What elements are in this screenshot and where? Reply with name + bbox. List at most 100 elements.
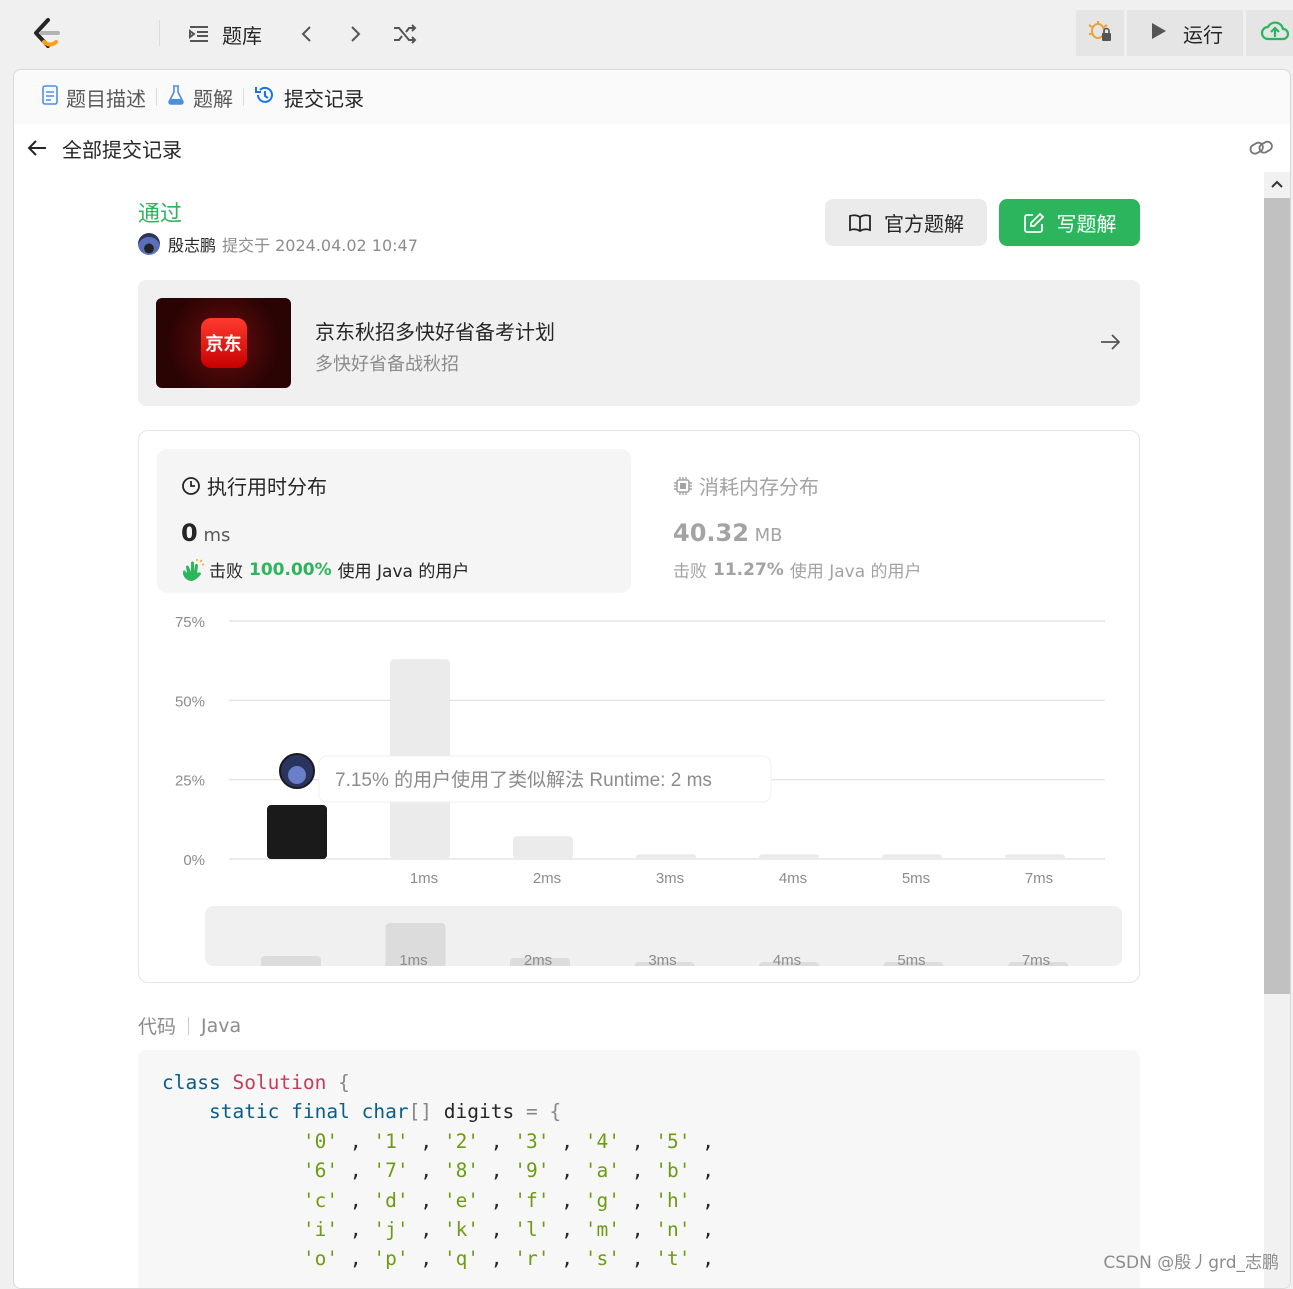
list-indent-icon bbox=[184, 19, 214, 49]
x-tick-label: 3ms bbox=[656, 870, 684, 887]
code-token: class bbox=[162, 1071, 221, 1094]
code-token: '0' bbox=[303, 1130, 338, 1153]
chart-bar bbox=[1005, 854, 1065, 859]
problem-bank-button[interactable]: 题库 bbox=[184, 18, 262, 50]
y-tick-label: 25% bbox=[175, 773, 205, 790]
runtime-chart[interactable]: 0%25%50%75%1ms2ms3ms4ms5ms7ms7.15% 的用户使用… bbox=[139, 601, 1139, 901]
clap-icon bbox=[181, 559, 205, 581]
code-token: 'l' bbox=[514, 1218, 549, 1241]
code-token: 's' bbox=[585, 1247, 620, 1270]
code-token: '1' bbox=[373, 1130, 408, 1153]
code-label-separator bbox=[188, 1017, 189, 1035]
memory-beat-row: 击败 11.27% 使用 Java 的用户 bbox=[673, 557, 922, 582]
run-toolbar: 运行 bbox=[1076, 10, 1293, 56]
all-submissions-label[interactable]: 全部提交记录 bbox=[62, 134, 182, 163]
debug-button[interactable] bbox=[1076, 10, 1124, 56]
submit-button[interactable] bbox=[1246, 10, 1293, 56]
code-token: 'n' bbox=[655, 1218, 690, 1241]
submission-subheader: 全部提交记录 bbox=[14, 124, 1290, 172]
memory-card[interactable]: 消耗内存分布 40.32 MB 击败 11.27% 使用 Java 的用户 bbox=[673, 449, 1113, 593]
code-token: 'm' bbox=[585, 1218, 620, 1241]
memory-beat-prefix: 击败 bbox=[673, 557, 707, 582]
banner-title: 京东秋招多快好省备考计划 bbox=[315, 316, 555, 345]
y-tick-label: 50% bbox=[175, 693, 205, 710]
mini-x-label: 4ms bbox=[773, 952, 801, 966]
code-token: 'r' bbox=[514, 1247, 549, 1270]
runtime-card[interactable]: 执行用时分布 0 ms 击败 100.00% 使用 Java 的用户 bbox=[157, 449, 631, 593]
chevron-left-icon bbox=[292, 19, 322, 49]
code-token: 'h' bbox=[655, 1189, 690, 1212]
tab-description[interactable]: 题目描述 bbox=[32, 83, 156, 112]
code-token: static final char bbox=[209, 1100, 409, 1123]
x-tick-label: 7ms bbox=[1025, 870, 1053, 887]
chart-tooltip-text: 7.15% 的用户使用了类似解法 Runtime: 2 ms bbox=[335, 769, 712, 791]
tab-submissions[interactable]: 提交记录 bbox=[244, 83, 374, 112]
panel-tabs: 题目描述 题解 提交记录 bbox=[14, 70, 1290, 124]
official-solution-button[interactable]: 官方题解 bbox=[825, 199, 987, 246]
leetcode-logo-icon[interactable] bbox=[28, 14, 66, 52]
flask-icon bbox=[167, 85, 185, 110]
code-token: 'b' bbox=[655, 1159, 690, 1182]
code-token: = { bbox=[526, 1100, 561, 1123]
chart-bar bbox=[267, 805, 327, 859]
code-token: 'q' bbox=[444, 1247, 479, 1270]
prev-problem-button[interactable] bbox=[292, 18, 322, 50]
chart-range-slider[interactable]: 1ms2ms3ms4ms5ms7ms bbox=[205, 906, 1122, 966]
mini-x-label: 5ms bbox=[897, 952, 925, 966]
x-tick-label: 2ms bbox=[533, 870, 561, 887]
debug-lock-icon bbox=[1087, 18, 1113, 48]
promo-banner[interactable]: 京东 京东秋招多快好省备考计划 多快好省备战秋招 bbox=[138, 280, 1140, 406]
runtime-beat-percent: 100.00% bbox=[249, 560, 332, 580]
code-label: 代码 bbox=[138, 1012, 176, 1039]
problem-bank-label: 题库 bbox=[222, 20, 262, 49]
arrow-right-icon bbox=[1098, 330, 1122, 354]
mini-x-label: 1ms bbox=[399, 952, 427, 966]
code-language: Java bbox=[201, 1015, 241, 1037]
link-icon[interactable] bbox=[1248, 136, 1274, 165]
avatar[interactable] bbox=[138, 233, 160, 255]
mini-x-label: 2ms bbox=[524, 952, 552, 966]
tab-solutions-label: 题解 bbox=[193, 83, 233, 112]
code-block[interactable]: class Solution { static final char[] dig… bbox=[138, 1050, 1140, 1289]
mini-x-label: 7ms bbox=[1022, 952, 1050, 966]
code-token: 'a' bbox=[585, 1159, 620, 1182]
submission-panel: 题目描述 题解 提交记录 全部提交记录 通过 bbox=[13, 69, 1291, 1289]
chart-bar bbox=[513, 836, 573, 859]
scrollbar-thumb[interactable] bbox=[1264, 198, 1290, 994]
code-header: 代码 Java bbox=[138, 1012, 241, 1039]
write-solution-button[interactable]: 写题解 bbox=[999, 199, 1140, 246]
memory-value-row: 40.32 MB bbox=[673, 519, 783, 547]
code-token: 'k' bbox=[444, 1218, 479, 1241]
submitted-time: 提交于 2024.04.02 10:47 bbox=[222, 232, 418, 256]
mini-chart-svg: 1ms2ms3ms4ms5ms7ms bbox=[205, 906, 1122, 966]
username[interactable]: 殷志鹏 bbox=[168, 232, 216, 256]
status-accepted: 通过 bbox=[138, 196, 182, 228]
mini-bar bbox=[261, 956, 321, 966]
chart-bar bbox=[636, 854, 696, 859]
tab-solutions[interactable]: 题解 bbox=[157, 83, 243, 112]
topbar-divider bbox=[159, 20, 160, 46]
code-token: 't' bbox=[655, 1247, 690, 1270]
official-solution-label: 官方题解 bbox=[884, 208, 964, 237]
tab-submissions-label: 提交记录 bbox=[284, 83, 364, 112]
x-tick-label: 5ms bbox=[902, 870, 930, 887]
play-icon bbox=[1147, 20, 1169, 46]
x-tick-label: 4ms bbox=[779, 870, 807, 887]
code-token: '4' bbox=[585, 1130, 620, 1153]
code-token: 'j' bbox=[373, 1218, 408, 1241]
code-token: 'e' bbox=[444, 1189, 479, 1212]
run-button[interactable]: 运行 bbox=[1127, 10, 1243, 56]
chart-bar bbox=[759, 854, 819, 859]
code-token: 'f' bbox=[514, 1189, 549, 1212]
scroll-up-icon[interactable] bbox=[1270, 176, 1284, 195]
runtime-title: 执行用时分布 bbox=[207, 471, 327, 500]
memory-value: 40.32 bbox=[673, 519, 749, 547]
book-open-icon bbox=[848, 213, 872, 233]
code-token: '9' bbox=[514, 1159, 549, 1182]
x-tick-label: 1ms bbox=[410, 870, 438, 887]
back-arrow-icon[interactable] bbox=[26, 137, 48, 159]
csdn-watermark: CSDN @殷丿grd_志鹏 bbox=[1103, 1248, 1279, 1273]
next-problem-button[interactable] bbox=[340, 18, 370, 50]
memory-beat-suffix: 使用 Java 的用户 bbox=[790, 557, 922, 582]
random-problem-button[interactable] bbox=[390, 18, 420, 50]
